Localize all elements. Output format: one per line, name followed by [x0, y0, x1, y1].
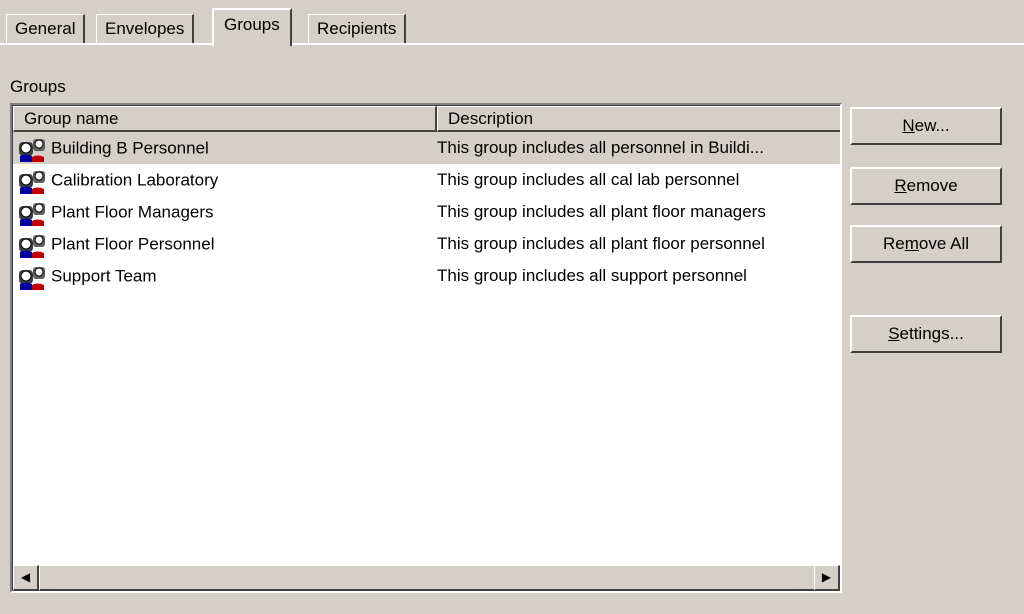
new-button[interactable]: New...	[850, 107, 1002, 145]
table-row[interactable]: Building B Personnel This group includes…	[13, 132, 840, 164]
group-name: Support Team	[51, 266, 157, 286]
group-name: Plant Floor Managers	[51, 202, 214, 222]
group-description: This group includes all plant floor pers…	[437, 234, 765, 253]
column-header-description[interactable]: Description	[437, 106, 840, 132]
settings-button[interactable]: Settings...	[850, 315, 1002, 353]
horizontal-scrollbar[interactable]: ◀ ▶	[13, 565, 840, 591]
group-people-icon	[19, 138, 45, 162]
group-description: This group includes all personnel in Bui…	[437, 138, 764, 157]
group-people-icon	[19, 266, 45, 290]
groups-section-label: Groups	[10, 77, 66, 96]
tab-groups[interactable]: Groups	[212, 8, 292, 46]
group-name: Calibration Laboratory	[51, 170, 219, 190]
tab-envelopes[interactable]: Envelopes	[96, 14, 195, 44]
remove-button[interactable]: Remove	[850, 167, 1002, 205]
list-header: Group name Description	[13, 106, 840, 132]
table-row[interactable]: Support Team This group includes all sup…	[13, 260, 840, 292]
table-row[interactable]: Calibration Laboratory This group includ…	[13, 164, 840, 196]
group-name: Plant Floor Personnel	[51, 234, 215, 254]
scroll-right-icon[interactable]: ▶	[814, 565, 840, 591]
group-description: This group includes all support personne…	[437, 266, 747, 285]
groups-list[interactable]: Group name Description Building B Person…	[10, 103, 842, 593]
group-people-icon	[19, 202, 45, 226]
group-people-icon	[19, 170, 45, 194]
remove-all-button[interactable]: Remove All	[850, 225, 1002, 263]
scroll-left-icon[interactable]: ◀	[13, 565, 39, 591]
column-header-group-name[interactable]: Group name	[13, 106, 437, 132]
group-name: Building B Personnel	[51, 138, 209, 158]
groups-tab-panel: Groups Group name Description Building B…	[0, 43, 1024, 614]
group-description: This group includes all plant floor mana…	[437, 202, 766, 221]
tab-general[interactable]: General	[6, 14, 86, 44]
table-row[interactable]: Plant Floor Managers This group includes…	[13, 196, 840, 228]
table-row[interactable]: Plant Floor Personnel This group include…	[13, 228, 840, 260]
scrollbar-thumb[interactable]	[39, 565, 817, 591]
group-description: This group includes all cal lab personne…	[437, 170, 740, 189]
group-people-icon	[19, 234, 45, 258]
tab-recipients[interactable]: Recipients	[308, 14, 407, 44]
